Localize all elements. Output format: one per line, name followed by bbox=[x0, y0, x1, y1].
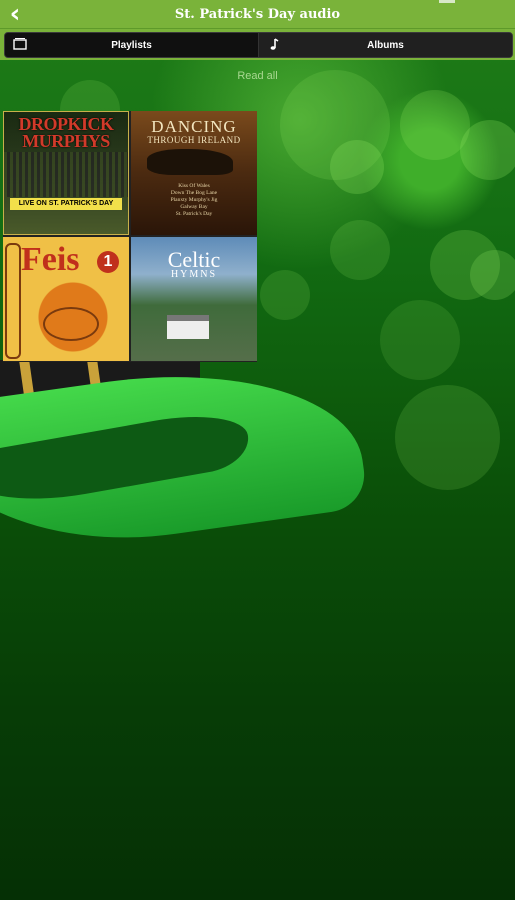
back-button[interactable]: ‹ bbox=[4, 0, 26, 28]
album-number-badge: 1 bbox=[97, 251, 119, 273]
page-title: St. Patrick's Day audio bbox=[174, 6, 341, 22]
album-track-list: Kiss Of Wales Down The Bog Lane Planxty … bbox=[170, 183, 218, 217]
playlist-icon bbox=[13, 38, 27, 50]
title-bar: ‹ St. Patrick's Day audio bbox=[0, 0, 515, 30]
album-title-line2: THROUGH IRELAND bbox=[147, 135, 241, 145]
album-art-dolmen bbox=[147, 149, 233, 175]
tab-albums-label: Albums bbox=[367, 39, 404, 51]
menu-icon[interactable] bbox=[439, 0, 455, 3]
read-all-link[interactable]: Read all bbox=[0, 70, 515, 82]
tab-bar-container: Playlists Albums bbox=[0, 29, 515, 60]
tab-playlists[interactable]: Playlists bbox=[5, 33, 258, 57]
album-tile[interactable]: Feis 1 bbox=[3, 237, 129, 361]
album-title-line2: HYMNS bbox=[170, 269, 218, 280]
album-tile[interactable]: DROPKICK MURPHYS LIVE ON ST. PATRICK'S D… bbox=[3, 111, 129, 235]
album-tile[interactable]: Celtic HYMNS bbox=[131, 237, 257, 361]
album-art-cottage bbox=[167, 315, 209, 339]
album-title: DROPKICK MURPHYS bbox=[18, 114, 115, 151]
album-subtitle: LIVE ON ST. PATRICK'S DAY bbox=[10, 198, 122, 210]
album-title: Feis bbox=[21, 241, 80, 278]
chevron-left-icon: ‹ bbox=[9, 0, 21, 29]
album-grid: DROPKICK MURPHYS LIVE ON ST. PATRICK'S D… bbox=[3, 111, 257, 362]
album-title-line1: DANCING bbox=[151, 117, 237, 136]
album-art-knot bbox=[5, 243, 21, 359]
tab-albums[interactable]: Albums bbox=[258, 33, 512, 57]
music-note-icon bbox=[270, 38, 279, 50]
album-art-fiddle bbox=[43, 307, 99, 341]
album-art-crowd bbox=[4, 152, 128, 197]
tab-playlists-label: Playlists bbox=[111, 39, 152, 51]
album-tile[interactable]: DANCING THROUGH IRELAND Kiss Of Wales Do… bbox=[131, 111, 257, 235]
tab-bar: Playlists Albums bbox=[4, 32, 513, 58]
